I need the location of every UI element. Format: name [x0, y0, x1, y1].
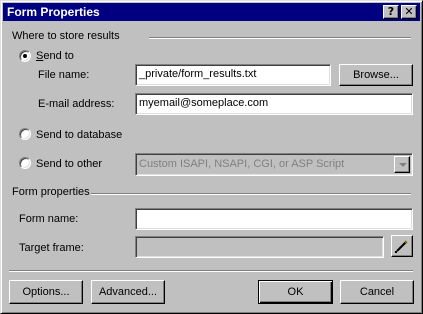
file-name-field[interactable]: _private/form_results.txt — [135, 64, 331, 86]
help-button[interactable]: ? — [383, 5, 399, 19]
email-label: E-mail address: — [38, 98, 115, 110]
cancel-button[interactable]: Cancel — [340, 280, 414, 304]
form-properties-dialog: Form Properties ? ✕ Where to store resul… — [0, 0, 423, 314]
send-to-other-label[interactable]: Send to other — [36, 158, 102, 170]
target-frame-label: Target frame: — [19, 242, 84, 254]
send-to-database-radio[interactable] — [19, 128, 31, 140]
store-group-divider — [149, 37, 411, 39]
dropdown-arrow-button[interactable] — [394, 156, 410, 173]
form-name-label: Form name: — [19, 213, 79, 225]
chevron-down-icon — [399, 163, 407, 167]
close-icon: ✕ — [404, 5, 414, 18]
send-to-label[interactable]: Send to — [36, 50, 74, 62]
title-bar[interactable]: Form Properties ? ✕ — [3, 3, 420, 21]
window-title: Form Properties — [7, 5, 100, 19]
form-name-field[interactable] — [135, 208, 413, 230]
browse-button[interactable]: Browse... — [339, 64, 413, 86]
pencil-icon — [395, 240, 408, 253]
advanced-button[interactable]: Advanced... — [91, 280, 165, 304]
send-to-radio[interactable] — [19, 50, 31, 62]
email-field[interactable]: myemail@someplace.com — [135, 93, 413, 115]
send-to-database-label[interactable]: Send to database — [36, 129, 122, 141]
close-button[interactable]: ✕ — [401, 5, 417, 19]
target-frame-field — [135, 236, 384, 258]
form-props-group-label: Form properties — [12, 186, 90, 198]
form-props-divider — [91, 193, 411, 195]
send-to-other-radio[interactable] — [19, 157, 31, 169]
ok-button[interactable]: OK — [258, 280, 333, 304]
help-icon: ? — [387, 5, 395, 18]
send-to-other-dropdown[interactable]: Custom ISAPI, NSAPI, CGI, or ASP Script — [135, 153, 413, 176]
file-name-label: File name: — [38, 69, 90, 81]
buttons-divider — [9, 270, 413, 272]
dropdown-value: Custom ISAPI, NSAPI, CGI, or ASP Script — [139, 158, 345, 170]
options-button[interactable]: Options... — [9, 280, 83, 304]
target-frame-button[interactable] — [391, 235, 413, 257]
radio-selected-dot — [23, 54, 27, 58]
store-group-label: Where to store results — [12, 30, 120, 42]
